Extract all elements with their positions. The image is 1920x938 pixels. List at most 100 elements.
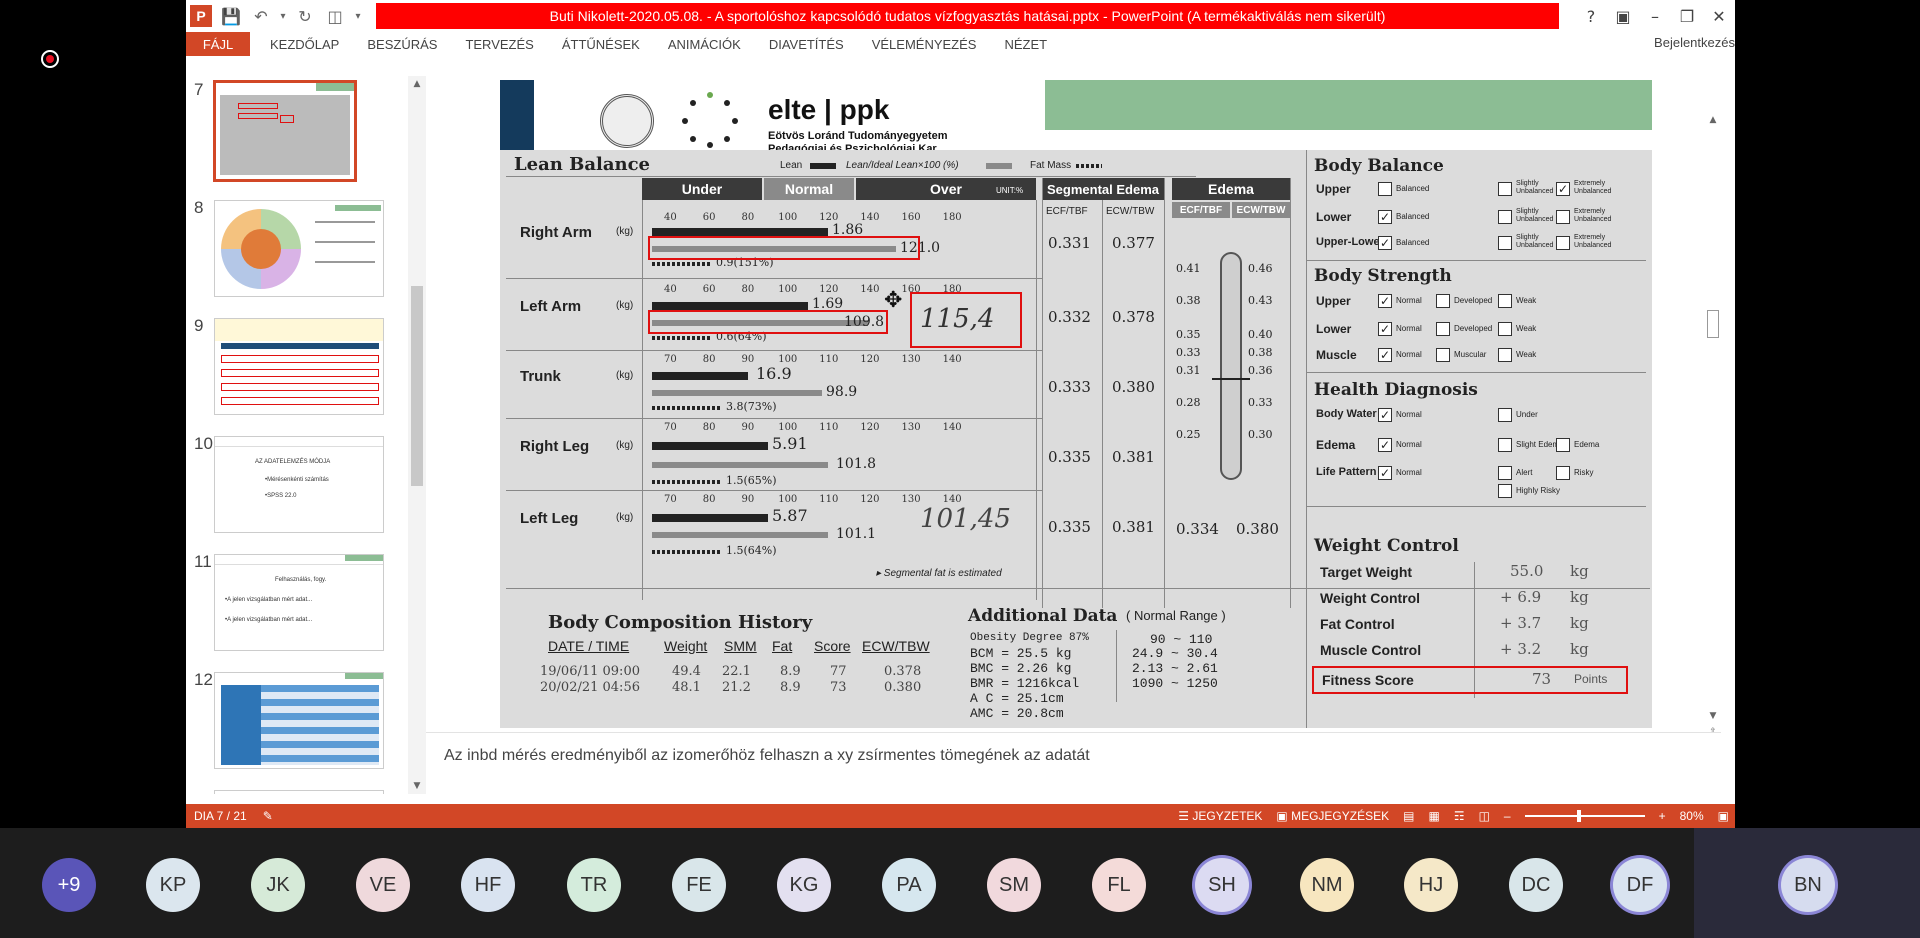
undo-icon[interactable]: ↶	[246, 0, 276, 32]
zoom-out-button[interactable]: –	[1504, 809, 1511, 823]
participant-avatar[interactable]: NM	[1300, 858, 1354, 912]
save-icon[interactable]: 💾	[216, 0, 246, 32]
tab-insert[interactable]: BESZÚRÁS	[353, 32, 451, 56]
spellcheck-icon[interactable]: ✎	[263, 809, 273, 823]
bs-option-label: Developed	[1454, 324, 1493, 333]
history-title: Body Composition History	[548, 612, 813, 633]
ideal-value: 101.1	[836, 526, 877, 542]
scroll-down-arrow-icon[interactable]: ▼	[408, 778, 426, 794]
reading-view-icon[interactable]: ☶	[1454, 809, 1465, 823]
zoom-slider-handle[interactable]	[1576, 810, 1581, 822]
thumbnail-scroll-thumb[interactable]	[411, 286, 423, 486]
thumbnail-slide-8[interactable]: 8	[186, 194, 426, 298]
customize-qat-icon[interactable]: ▾	[350, 0, 366, 32]
tab-view[interactable]: NÉZET	[990, 32, 1061, 56]
minimize-button[interactable]: –	[1639, 0, 1671, 32]
wc-row-value: 55.0	[1510, 562, 1544, 580]
scroll-down-arrow-icon[interactable]: ▼	[1705, 708, 1721, 724]
ideal-value: 98.9	[826, 384, 858, 400]
ribbon-display-icon[interactable]: ▣	[1607, 0, 1639, 32]
help-button[interactable]: ?	[1575, 0, 1607, 32]
history-col-score: Score	[814, 638, 851, 654]
comments-toggle-button[interactable]: ▣ MEGJEGYZÉSEK	[1276, 809, 1389, 823]
participant-avatar[interactable]: SM	[987, 858, 1041, 912]
notes-pane[interactable]: Az inbd mérés eredményiből az izomerőhöz…	[426, 732, 1721, 792]
thumbnail-slide-9[interactable]: 9	[186, 312, 426, 416]
scroll-up-arrow-icon[interactable]: ▲	[1705, 112, 1721, 128]
thumbnail-number: 8	[194, 198, 204, 217]
edema-scale-left: 0.33	[1176, 346, 1201, 359]
participant-avatar[interactable]: BN	[1781, 858, 1835, 912]
recording-indicator-icon	[41, 50, 59, 68]
column-segmental-edema: Segmental Edema	[1042, 178, 1164, 200]
tab-animations[interactable]: ANIMÁCIÓK	[654, 32, 755, 56]
participant-avatar[interactable]: TR	[567, 858, 621, 912]
undo-dropdown-icon[interactable]: ▾	[276, 0, 290, 32]
segment-name: Left Leg	[520, 510, 579, 527]
hd-normal-checkbox: ✓	[1378, 466, 1392, 480]
thumbnail-slide-13[interactable]	[186, 784, 426, 794]
participant-avatar[interactable]: FE	[672, 858, 726, 912]
thumbnail-slide-7[interactable]: 7	[186, 76, 426, 182]
participant-avatar[interactable]: PA	[882, 858, 936, 912]
presentation-icon[interactable]: ◫	[320, 0, 350, 32]
bs-row-label: Muscle	[1316, 348, 1357, 362]
ideal-bar	[652, 532, 828, 538]
participant-avatar[interactable]: JK	[251, 858, 305, 912]
thumbnail-preview	[213, 80, 357, 182]
thumbnail-preview: Felhasználás, fogy. •A jelen vizsgálatba…	[214, 554, 384, 651]
tick-scale: 70 80 90 100 110 120 130 140	[664, 494, 962, 505]
redo-icon[interactable]: ↻	[290, 0, 320, 32]
participant-avatar[interactable]: HJ	[1404, 858, 1458, 912]
hd-option-label: Normal	[1396, 440, 1422, 449]
zoom-level[interactable]: 80%	[1680, 809, 1704, 823]
participant-avatar[interactable]: KP	[146, 858, 200, 912]
tab-review[interactable]: VÉLEMÉNYEZÉS	[858, 32, 991, 56]
tab-transitions[interactable]: ÁTTŰNÉSEK	[548, 32, 654, 56]
slide-scrollbar[interactable]: ▲ ▼ ⇧ ⇩	[1705, 112, 1721, 753]
participant-avatar[interactable]: VE	[356, 858, 410, 912]
thumbnail-slide-10[interactable]: 10 AZ ADATELEMZÉS MÓDJA •Mérésenkénti sz…	[186, 430, 426, 534]
restore-button[interactable]: ❐	[1671, 0, 1703, 32]
participant-avatar[interactable]: +9	[42, 858, 96, 912]
thumbnail-scrollbar[interactable]: ▲ ▼	[408, 76, 426, 794]
tab-design[interactable]: TERVEZÉS	[451, 32, 547, 56]
tab-file[interactable]: FÁJL	[186, 32, 250, 56]
participant-avatar[interactable]: FL	[1092, 858, 1146, 912]
edema-scale-right: 0.36	[1248, 364, 1273, 377]
close-button[interactable]: ✕	[1703, 0, 1735, 32]
slide-scroll-thumb[interactable]	[1707, 310, 1719, 338]
participant-avatar[interactable]: DF	[1613, 858, 1667, 912]
history-col-fat: Fat	[772, 638, 793, 654]
bb-option-label: Balanced	[1396, 238, 1430, 247]
sign-in-link[interactable]: Bejelentkezés	[1654, 32, 1735, 52]
bb-slight-checkbox	[1498, 210, 1512, 224]
slide-canvas[interactable]: elte | ppk Eötvös Loránd Tudományegyetem…	[500, 80, 1652, 728]
participant-avatar[interactable]: DC	[1509, 858, 1563, 912]
zoom-in-button[interactable]: +	[1659, 809, 1666, 823]
bs-weak-checkbox	[1498, 348, 1512, 362]
notes-toggle-button[interactable]: ☰ JEGYZETEK	[1178, 809, 1262, 823]
zoom-slider[interactable]	[1524, 810, 1645, 822]
notes-text[interactable]: Az inbd mérés eredményiből az izomerőhöz…	[444, 747, 1090, 765]
fit-slide-icon[interactable]: ▣	[1718, 809, 1729, 823]
tab-home[interactable]: KEZDŐLAP	[256, 32, 353, 56]
thumbnail-slide-11[interactable]: 11 Felhasználás, fogy. •A jelen vizsgála…	[186, 548, 426, 652]
body-strength-title: Body Strength	[1314, 266, 1452, 286]
participant-avatar[interactable]: KG	[777, 858, 831, 912]
participant-avatar[interactable]: HF	[461, 858, 515, 912]
ideal-bar	[652, 390, 822, 396]
slideshow-icon[interactable]: ◫	[1479, 809, 1490, 823]
participant-avatar[interactable]: SH	[1195, 858, 1249, 912]
segmental-fat-note: ▸ Segmental fat is estimated	[876, 568, 1002, 579]
normal-view-icon[interactable]: ▤	[1403, 809, 1414, 823]
scroll-up-arrow-icon[interactable]: ▲	[408, 76, 426, 92]
thumbnail-preview	[214, 318, 384, 415]
normal-range-label: ( Normal Range )	[1126, 608, 1226, 623]
hd-normal-checkbox: ✓	[1378, 408, 1392, 422]
thumbnail-slide-12[interactable]: 12	[186, 666, 426, 770]
tab-slideshow[interactable]: DIAVETÍTÉS	[755, 32, 858, 56]
slide-sorter-icon[interactable]: ▦	[1428, 809, 1439, 823]
hd-row-label: Edema	[1316, 438, 1356, 452]
fitness-score-unit: Points	[1574, 672, 1608, 686]
